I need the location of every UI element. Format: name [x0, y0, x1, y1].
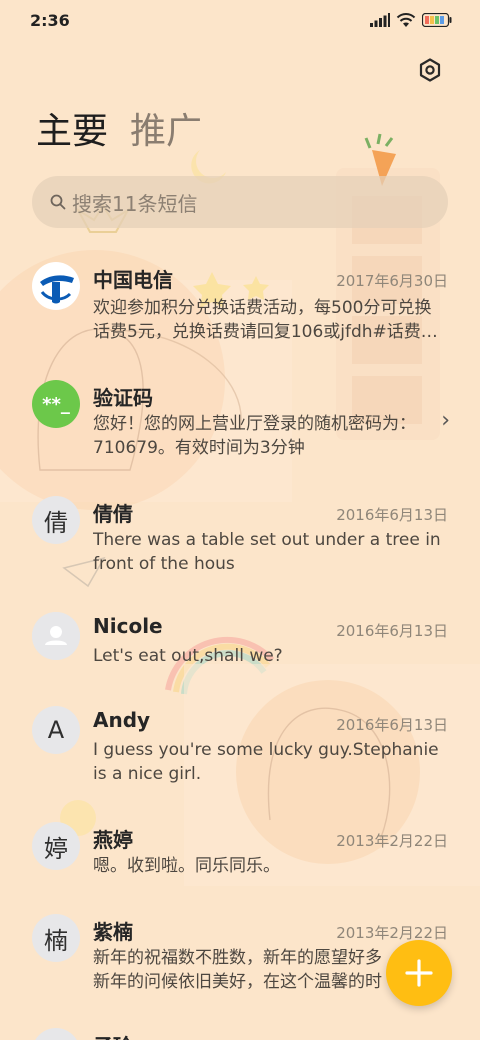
conversation-item[interactable]: Nicole 2016年6月13日 Let's eat out,shall we… — [0, 612, 480, 682]
plus-icon — [405, 959, 433, 987]
avatar: 婷 — [32, 822, 80, 870]
message-preview: 欢迎参加积分兑换话费活动，每500分可兑换 话费5元，兑换话费请回复106或jf… — [93, 298, 438, 342]
signal-icon — [370, 13, 390, 27]
chevron-right-icon: › — [441, 408, 450, 433]
search-input[interactable]: 搜索11条短信 — [32, 176, 448, 228]
message-date: 2017年6月30日 — [336, 272, 448, 290]
avatar: A — [32, 706, 80, 754]
message-date: 2013年2月22日 — [336, 832, 448, 850]
tab-main[interactable]: 主要 — [36, 108, 108, 156]
message-preview: There was a table set out under a tree i… — [93, 530, 441, 574]
sender-name: Andy — [93, 708, 151, 732]
sender-name: 子玲 — [93, 1030, 133, 1040]
message-preview: 您好！您的网上营业厅登录的随机密码为： 710679。有效时间为3分钟 — [93, 414, 416, 458]
avatar — [32, 1028, 80, 1040]
settings-icon — [419, 58, 441, 82]
message-preview: 新年的祝福数不胜数，新年的愿望好多 新年的问候依旧美好，在这个温馨的时 — [93, 948, 382, 992]
search-icon — [50, 194, 66, 210]
sender-name: Nicole — [93, 614, 163, 638]
new-message-button[interactable] — [386, 940, 452, 1006]
tab-bar: 主要 推广 — [36, 108, 202, 156]
sender-name: 紫楠 — [93, 920, 133, 944]
tab-promotion[interactable]: 推广 — [130, 108, 202, 156]
sender-name: 燕婷 — [93, 828, 133, 852]
verification-code-icon: **_ — [32, 380, 80, 428]
sender-name: 中国电信 — [93, 268, 173, 292]
china-telecom-logo — [32, 262, 80, 310]
search-placeholder: 搜索11条短信 — [72, 191, 198, 216]
avatar: 倩 — [32, 496, 80, 544]
conversation-item[interactable]: 倩 倩倩 2016年6月13日 There was a table set ou… — [0, 496, 480, 586]
status-icons — [370, 12, 452, 28]
conversation-item[interactable]: 子玲 — [0, 1028, 480, 1040]
person-icon — [32, 612, 80, 660]
conversation-item[interactable]: 婷 燕婷 2013年2月22日 嗯。收到啦。同乐同乐。 — [0, 822, 480, 892]
message-date: 2016年6月13日 — [336, 716, 448, 734]
message-date: 2013年2月22日 — [336, 924, 448, 942]
conversation-item[interactable]: 中国电信 2017年6月30日 欢迎参加积分兑换话费活动，每500分可兑换 话费… — [0, 262, 480, 360]
message-date: 2016年6月13日 — [336, 622, 448, 640]
message-preview: 嗯。收到啦。同乐同乐。 — [93, 856, 280, 876]
message-preview: I guess you're some lucky guy.Stephanie … — [93, 740, 439, 784]
battery-icon — [422, 13, 452, 27]
conversation-item[interactable]: A Andy 2016年6月13日 I guess you're some lu… — [0, 706, 480, 796]
sender-name: 验证码 — [93, 386, 153, 410]
avatar: 楠 — [32, 914, 80, 962]
conversation-item[interactable]: **_ 验证码 您好！您的网上营业厅登录的随机密码为： 710679。有效时间为… — [0, 380, 480, 470]
message-preview: Let's eat out,shall we? — [93, 646, 283, 666]
message-date: 2016年6月13日 — [336, 506, 448, 524]
status-bar: 2:36 — [0, 0, 480, 40]
wifi-icon — [396, 13, 416, 27]
settings-button[interactable] — [414, 54, 446, 86]
sender-name: 倩倩 — [93, 502, 133, 526]
status-time: 2:36 — [30, 10, 70, 30]
